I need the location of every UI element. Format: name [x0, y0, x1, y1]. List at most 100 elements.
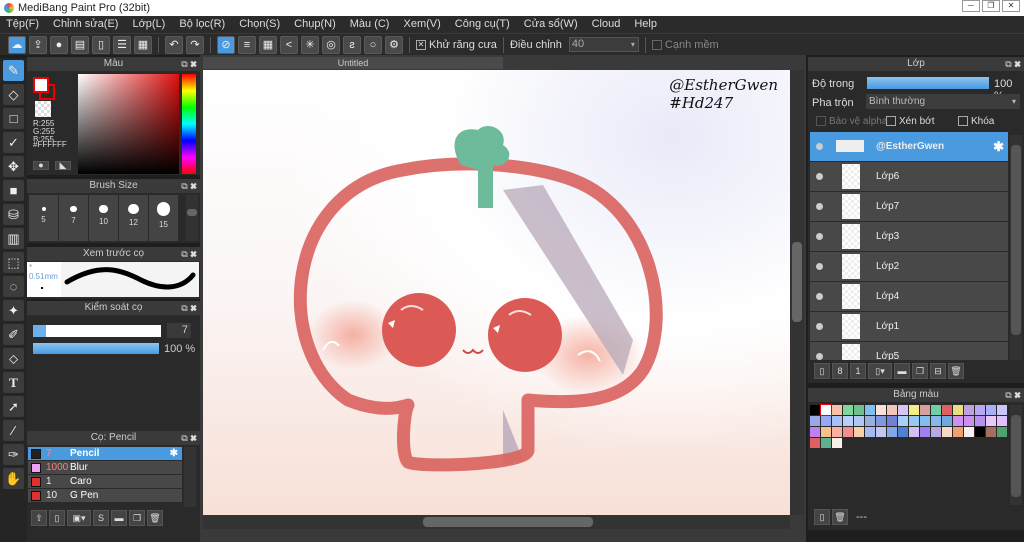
brush-size-scrollbar[interactable] — [186, 195, 198, 241]
close-button[interactable]: ✕ — [1002, 0, 1020, 12]
palette-swatch[interactable] — [975, 427, 985, 437]
adjust-select[interactable]: 40 ▾ — [568, 37, 639, 52]
palette-swatch[interactable] — [898, 416, 908, 426]
palette-swatch[interactable] — [953, 427, 963, 437]
palette-swatch[interactable] — [964, 427, 974, 437]
folder-icon[interactable]: ▬ — [111, 510, 127, 526]
palette-swatch[interactable] — [931, 427, 941, 437]
new-brush-icon[interactable]: ▯ — [49, 510, 65, 526]
page-list-icon[interactable]: ☰ — [113, 35, 131, 54]
palette-swatch[interactable] — [986, 416, 996, 426]
menu-item[interactable]: Xem(V) — [403, 16, 448, 33]
menu-item[interactable]: Bộ lọc(R) — [179, 16, 233, 33]
snap-settings-icon[interactable]: ⚙ — [385, 35, 403, 54]
palette-swatch[interactable] — [832, 416, 842, 426]
palette-swatch[interactable] — [997, 427, 1007, 437]
palette-swatch[interactable] — [821, 438, 831, 448]
duplicate-brush-icon[interactable]: ❐ — [129, 510, 145, 526]
palette-swatch[interactable] — [920, 405, 930, 415]
page-icon[interactable]: ▯ — [92, 35, 110, 54]
palette-swatch[interactable] — [975, 405, 985, 415]
divide-tool-icon[interactable]: ⁄ — [3, 420, 24, 441]
hand-tool-icon[interactable]: ✋ — [3, 468, 24, 489]
merge-layer-icon[interactable]: ⊟ — [930, 363, 946, 379]
palette-swatch[interactable] — [854, 405, 864, 415]
palette-swatch[interactable] — [865, 427, 875, 437]
palette-swatch[interactable] — [810, 427, 820, 437]
palette-swatch[interactable] — [953, 405, 963, 415]
brush-script-icon[interactable]: S — [93, 510, 109, 526]
palette-swatch[interactable] — [942, 405, 952, 415]
palette-swatch[interactable] — [986, 427, 996, 437]
new-layer-icon[interactable]: ▯ — [814, 363, 830, 379]
menu-item[interactable]: Chỉnh sửa(E) — [53, 16, 126, 33]
brush-size-option[interactable]: 5 — [29, 195, 58, 241]
magic-wand-icon[interactable]: ✦ — [3, 300, 24, 321]
delete-layer-icon[interactable]: 🗑 — [948, 363, 964, 379]
palette-swatch[interactable] — [920, 427, 930, 437]
menu-item[interactable]: Cloud — [592, 16, 629, 33]
gradient-tool-icon[interactable]: ▥ — [3, 228, 24, 249]
transparent-swatch[interactable] — [35, 101, 51, 117]
menu-item[interactable]: Chụp(N) — [294, 16, 344, 33]
new-1bit-layer-icon[interactable]: 1 — [850, 363, 866, 379]
fill-rect-tool-icon[interactable]: ■ — [3, 180, 24, 201]
visibility-icon[interactable] — [816, 263, 823, 270]
text-tool-icon[interactable]: T — [3, 372, 24, 393]
share-icon[interactable]: ⇪ — [29, 35, 47, 54]
menu-item[interactable]: Tệp(F) — [6, 16, 47, 33]
panel-controls-icon[interactable]: ⧉ ✖ — [181, 301, 197, 315]
brush-list-scrollbar[interactable] — [184, 447, 196, 507]
snap-off-icon[interactable]: ⊘ — [217, 35, 235, 54]
visibility-icon[interactable] — [816, 173, 823, 180]
color-mode-button[interactable]: ● — [33, 161, 49, 170]
delete-brush-icon[interactable]: 🗑 — [147, 510, 163, 526]
palette-swatch[interactable] — [810, 416, 820, 426]
primary-color-swatch[interactable] — [33, 77, 49, 93]
palette-swatch[interactable] — [964, 405, 974, 415]
palette-scrollbar[interactable] — [1010, 405, 1022, 505]
bucket-tool-icon[interactable]: ⛁ — [3, 204, 24, 225]
layer-item[interactable]: Lớp7 — [810, 192, 1008, 222]
blend-mode-select[interactable]: Bình thường ▾ — [866, 94, 1020, 109]
panel-controls-icon[interactable]: ⧉ ✖ — [181, 57, 197, 71]
soft-edge-checkbox[interactable]: Cạnh mềm — [651, 39, 719, 51]
add-color-icon[interactable]: ▯ — [814, 509, 830, 525]
palette-swatch[interactable] — [986, 405, 996, 415]
layer-item[interactable]: Lớp1 — [810, 312, 1008, 342]
panel-controls-icon[interactable]: ⧉ ✖ — [181, 179, 197, 193]
palette-swatch[interactable] — [820, 404, 832, 416]
panel-controls-icon[interactable]: ⧉ ✖ — [1005, 57, 1021, 71]
palette-swatch[interactable] — [887, 427, 897, 437]
curve-snap-icon[interactable]: ƨ — [343, 35, 361, 54]
hue-slider[interactable] — [182, 74, 196, 174]
clipping-checkbox[interactable]: Xén bớt — [886, 116, 934, 127]
palette-swatch[interactable] — [854, 427, 864, 437]
palette-swatch[interactable] — [876, 416, 886, 426]
palette-swatch[interactable] — [887, 416, 897, 426]
canvas-horizontal-scrollbar[interactable] — [203, 515, 790, 529]
line-tool-icon[interactable]: ✓ — [3, 132, 24, 153]
brush-list-item[interactable]: 1 Caro — [28, 475, 182, 489]
visibility-icon[interactable] — [816, 143, 823, 150]
ellipse-snap-icon[interactable]: ○ — [364, 35, 382, 54]
brush-opacity-slider[interactable] — [33, 343, 159, 354]
brush-list-item[interactable]: 1000 Blur — [28, 461, 182, 475]
brush-size-value[interactable]: 7 — [167, 323, 191, 338]
palette-swatch[interactable] — [997, 405, 1007, 415]
visibility-icon[interactable] — [816, 233, 823, 240]
menu-item[interactable]: Công cụ(T) — [455, 16, 518, 33]
palette-swatch[interactable] — [942, 416, 952, 426]
palette-swatch[interactable] — [953, 416, 963, 426]
menu-item[interactable]: Lớp(L) — [132, 16, 173, 33]
visibility-icon[interactable] — [816, 293, 823, 300]
palette-swatch[interactable] — [942, 427, 952, 437]
palette-swatch[interactable] — [931, 416, 941, 426]
dot-tool-icon[interactable]: □ — [3, 108, 24, 129]
lasso-tool-icon[interactable]: ◌ — [3, 276, 24, 297]
new-8bit-layer-icon[interactable]: 8 — [832, 363, 848, 379]
document-tab[interactable]: Untitled — [203, 57, 503, 69]
palette-swatch[interactable] — [975, 416, 985, 426]
select-tool-icon[interactable]: ⬚ — [3, 252, 24, 273]
lock-checkbox[interactable]: Khóa — [958, 116, 994, 127]
